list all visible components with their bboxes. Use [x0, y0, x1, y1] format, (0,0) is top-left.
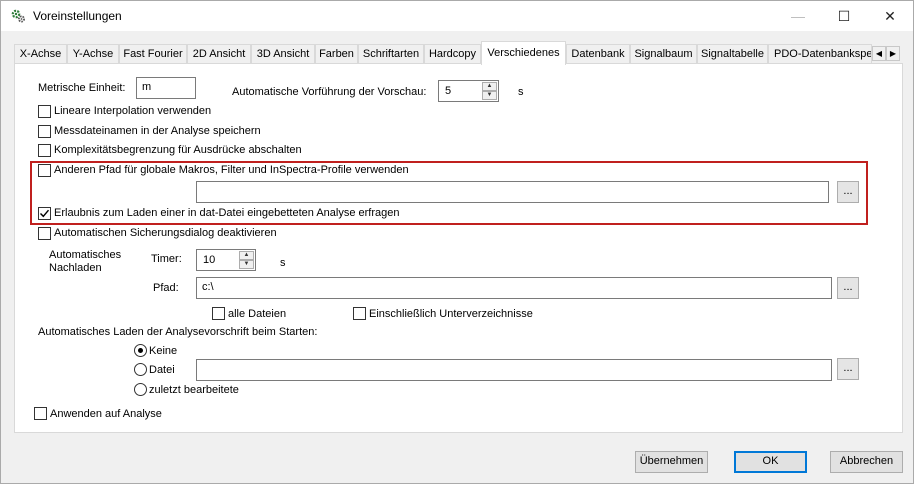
tab-hardcopy[interactable]: Hardcopy [424, 44, 481, 64]
startup-none-label: Keine [149, 345, 178, 357]
maximize-icon: ☐ [837, 7, 851, 24]
startup-last-label: zuletzt bearbeitete [149, 384, 239, 396]
reload-path-browse-button[interactable]: ... [837, 277, 859, 299]
tab-signaltabelle[interactable]: Signaltabelle [697, 44, 768, 64]
subdirectories-label: Einschließlich Unterverzeichnisse [369, 308, 533, 320]
preferences-dialog: Voreinstellungen — ☐ ✕ X-Achse Y-Achse F… [0, 0, 914, 484]
tab-signalbaum[interactable]: Signalbaum [630, 44, 697, 64]
load-permission-checkbox[interactable] [38, 207, 51, 220]
tab-datenbank[interactable]: Datenbank [566, 44, 630, 64]
startup-file-browse-button[interactable]: ... [837, 358, 859, 380]
tab-2d-ansicht[interactable]: 2D Ansicht [187, 44, 251, 64]
other-path-label: Anderen Pfad für globale Makros, Filter … [54, 164, 409, 176]
autoload-label: Automatisches Nachladen [49, 249, 122, 274]
backup-dialog-checkbox[interactable] [38, 227, 51, 240]
subdirectories-checkbox[interactable] [353, 307, 366, 320]
tab-verschiedenes[interactable]: Verschiedenes [481, 41, 566, 65]
apply-button[interactable]: Übernehmen [635, 451, 708, 473]
preview-spinner[interactable]: 5 ▲ ▼ [438, 80, 499, 102]
timer-spinner[interactable]: 10 ▲ ▼ [196, 249, 256, 271]
tab-scroll-right-icon[interactable]: ▶ [886, 46, 900, 61]
tab-strip: X-Achse Y-Achse Fast Fourier 2D Ansicht … [14, 41, 900, 65]
timer-label: Timer: [151, 253, 182, 265]
tab-farben[interactable]: Farben [315, 44, 358, 64]
window-title: Voreinstellungen [33, 9, 122, 23]
all-files-label: alle Dateien [228, 308, 287, 320]
close-icon: ✕ [884, 7, 896, 24]
timer-unit: s [280, 257, 286, 269]
metric-unit-label: Metrische Einheit: [38, 82, 126, 94]
tab-y-achse[interactable]: Y-Achse [67, 44, 119, 64]
startup-file-label: Datei [149, 364, 175, 376]
preview-label: Automatische Vorführung der Vorschau: [232, 86, 427, 98]
startup-file-input[interactable] [196, 359, 832, 381]
reload-path-input[interactable]: c:\ [196, 277, 832, 299]
global-path-input[interactable] [196, 181, 829, 203]
complexity-limit-checkbox[interactable] [38, 144, 51, 157]
close-button[interactable]: ✕ [867, 1, 913, 31]
save-filenames-checkbox[interactable] [38, 125, 51, 138]
tab-fast-fourier[interactable]: Fast Fourier [119, 44, 187, 64]
apply-to-analysis-label: Anwenden auf Analyse [50, 408, 162, 420]
checkmark-icon [40, 209, 50, 218]
backup-dialog-label: Automatischen Sicherungsdialog deaktivie… [54, 227, 277, 239]
spin-down-icon[interactable]: ▼ [239, 260, 254, 269]
spin-up-icon[interactable]: ▲ [239, 251, 254, 260]
minimize-button[interactable]: — [775, 1, 821, 31]
title-bar: Voreinstellungen — ☐ ✕ [1, 1, 913, 31]
gears-icon [11, 9, 25, 23]
linear-interpolation-label: Lineare Interpolation verwenden [54, 105, 212, 117]
spin-up-icon[interactable]: ▲ [482, 82, 497, 91]
all-files-checkbox[interactable] [212, 307, 225, 320]
path-label: Pfad: [153, 282, 179, 294]
tab-pdo-datenbank[interactable]: PDO-Datenbankspe [768, 44, 872, 64]
other-path-checkbox[interactable] [38, 164, 51, 177]
global-path-browse-button[interactable]: ... [837, 181, 859, 203]
ok-button[interactable]: OK [734, 451, 807, 473]
timer-value: 10 [203, 254, 216, 266]
cancel-button[interactable]: Abbrechen [830, 451, 903, 473]
preview-value: 5 [445, 85, 452, 97]
save-filenames-label: Messdateinamen in der Analyse speichern [54, 125, 261, 137]
tab-scroll-left-icon[interactable]: ◀ [872, 46, 886, 61]
startup-last-radio[interactable] [134, 383, 147, 396]
metric-unit-input[interactable]: m [136, 77, 196, 99]
minimize-icon: — [791, 8, 805, 24]
tab-3d-ansicht[interactable]: 3D Ansicht [251, 44, 315, 64]
radio-selected-dot [138, 348, 143, 353]
tab-schriftarten[interactable]: Schriftarten [358, 44, 424, 64]
complexity-limit-label: Komplexitätsbegrenzung für Ausdrücke abs… [54, 144, 302, 156]
spin-down-icon[interactable]: ▼ [482, 91, 497, 100]
apply-to-analysis-checkbox[interactable] [34, 407, 47, 420]
preview-unit: s [518, 86, 524, 98]
load-permission-label: Erlaubnis zum Laden einer in dat-Datei e… [54, 207, 400, 219]
startup-none-radio[interactable] [134, 344, 147, 357]
linear-interpolation-checkbox[interactable] [38, 105, 51, 118]
tab-x-achse[interactable]: X-Achse [14, 44, 67, 64]
startup-label: Automatisches Laden der Analysevorschrif… [38, 326, 318, 338]
maximize-button[interactable]: ☐ [821, 1, 867, 31]
startup-file-radio[interactable] [134, 363, 147, 376]
